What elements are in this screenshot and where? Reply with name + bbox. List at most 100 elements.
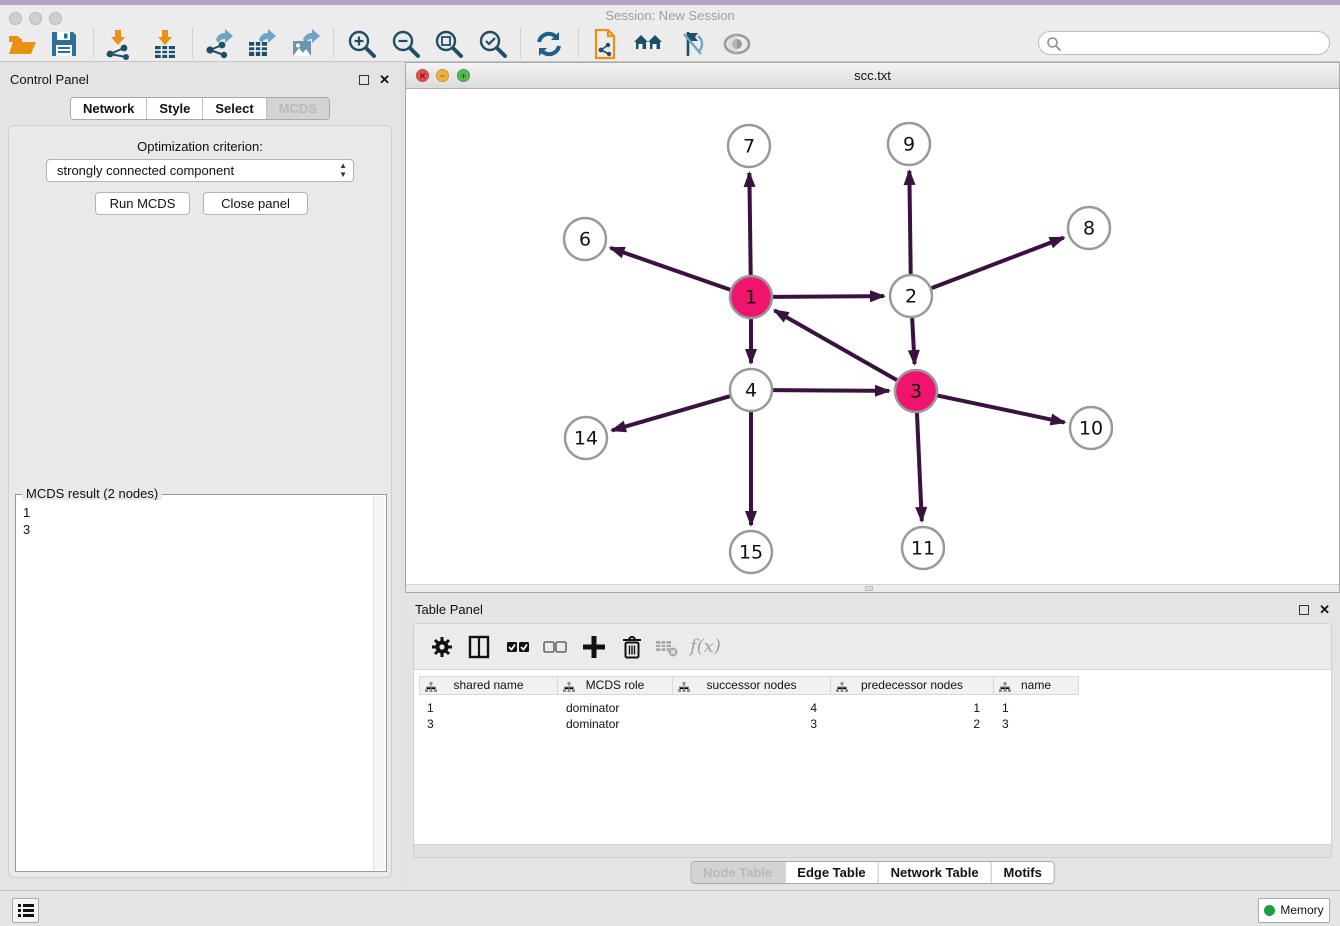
delete-column-icon[interactable] <box>618 633 646 661</box>
edge-2-3[interactable] <box>912 318 914 364</box>
tab-select[interactable]: Select <box>202 98 265 119</box>
run-mcds-button[interactable]: Run MCDS <box>95 192 190 215</box>
control-panel-close-icon[interactable]: ✕ <box>379 72 390 87</box>
tab-mcds[interactable]: MCDS <box>266 98 329 119</box>
edge-1-6[interactable] <box>610 248 730 290</box>
column-label: name <box>1021 678 1051 692</box>
svg-text:11: 11 <box>911 538 935 560</box>
cell-MCDS-role[interactable]: dominator <box>558 700 673 716</box>
network-view-window: ✕ − + scc.txt 7 9 6 8 1 2 4 3 14 10 15 11 <box>405 62 1340 593</box>
edge-2-8[interactable] <box>932 238 1064 289</box>
tab-style[interactable]: Style <box>146 98 202 119</box>
memory-button[interactable]: Memory <box>1258 898 1330 923</box>
mcds-result-title: MCDS result (2 nodes) <box>22 486 162 501</box>
criterion-select[interactable]: strongly connected component ▲▼ <box>46 159 354 182</box>
edge-1-7[interactable] <box>749 173 750 275</box>
add-column-icon[interactable] <box>580 633 608 661</box>
mcds-result-line: 3 <box>23 521 367 538</box>
node-3[interactable]: 3 <box>895 370 937 412</box>
control-panel: Control Panel ✕ NetworkStyleSelectMCDS O… <box>0 62 400 890</box>
deselect-all-icon[interactable] <box>541 633 569 661</box>
result-scrollbar[interactable] <box>373 496 385 870</box>
graph-svg[interactable]: 7 9 6 8 1 2 4 3 14 10 15 11 <box>406 89 1339 584</box>
control-panel-float-icon[interactable] <box>359 75 369 85</box>
column-header-name[interactable]: name <box>994 676 1079 695</box>
import-table-icon[interactable] <box>149 28 181 60</box>
cell-MCDS-role[interactable]: dominator <box>558 716 673 732</box>
edge-4-3[interactable] <box>773 390 889 391</box>
show-graphics-details-icon[interactable] <box>721 28 753 60</box>
table-settings-icon[interactable] <box>428 633 456 661</box>
reset-view-houses-icon[interactable] <box>632 28 664 60</box>
column-header-MCDS-role[interactable]: MCDS role <box>558 676 673 695</box>
memory-status-icon <box>1264 905 1275 916</box>
node-table-container: f(x) shared nameMCDS role successor nodes… <box>413 623 1332 845</box>
edge-4-14[interactable] <box>612 396 730 430</box>
table-panel-float-icon[interactable] <box>1299 605 1309 615</box>
column-header-shared-name[interactable]: shared name <box>419 676 558 695</box>
node-6[interactable]: 6 <box>564 218 606 260</box>
cell-successor-nodes[interactable]: 4 <box>673 700 831 716</box>
tab-node-table[interactable]: Node Table <box>691 862 784 883</box>
node-2[interactable]: 2 <box>890 275 932 317</box>
cell-predecessor-nodes[interactable]: 2 <box>831 716 994 732</box>
cell-successor-nodes[interactable]: 3 <box>673 716 831 732</box>
cell-shared-name[interactable]: 1 <box>419 700 558 716</box>
edge-3-10[interactable] <box>938 396 1065 423</box>
refresh-layout-icon[interactable] <box>533 28 565 60</box>
node-4[interactable]: 4 <box>730 369 772 411</box>
tab-network-table[interactable]: Network Table <box>878 862 991 883</box>
node-14[interactable]: 14 <box>565 417 607 459</box>
edge-3-1[interactable] <box>774 310 896 380</box>
tab-network[interactable]: Network <box>71 98 146 119</box>
zoom-fit-icon[interactable] <box>433 28 465 60</box>
fx-text: f(x) <box>690 636 721 657</box>
cell-name[interactable]: 1 <box>994 700 1079 716</box>
hide-annotations-icon[interactable] <box>676 28 708 60</box>
zoom-selected-icon[interactable] <box>477 28 509 60</box>
mcds-result-list[interactable]: 13 <box>17 500 373 870</box>
cell-name[interactable]: 3 <box>994 716 1079 732</box>
open-network-document-icon[interactable] <box>588 28 620 60</box>
edge-3-11[interactable] <box>917 413 922 521</box>
edge-2-9[interactable] <box>909 171 910 274</box>
search-box <box>1038 31 1330 55</box>
tab-motifs[interactable]: Motifs <box>991 862 1054 883</box>
save-session-icon[interactable] <box>48 28 80 60</box>
zoom-out-icon[interactable] <box>390 28 422 60</box>
tab-edge-table[interactable]: Edge Table <box>784 862 877 883</box>
export-network-icon[interactable] <box>202 28 234 60</box>
column-label: predecessor nodes <box>861 678 963 692</box>
svg-text:4: 4 <box>745 380 757 402</box>
column-label: successor nodes <box>706 678 796 692</box>
node-1[interactable]: 1 <box>730 276 772 318</box>
edge-1-2[interactable] <box>773 296 884 297</box>
column-header-successor-nodes[interactable]: successor nodes <box>673 676 831 695</box>
search-input[interactable] <box>1065 34 1320 52</box>
cell-shared-name[interactable]: 3 <box>419 716 558 732</box>
select-all-icon[interactable] <box>504 633 532 661</box>
column-header-predecessor-nodes[interactable]: predecessor nodes <box>831 676 994 695</box>
table-tabs: Node TableEdge TableNetwork TableMotifs <box>690 861 1055 884</box>
node-8[interactable]: 8 <box>1068 207 1110 249</box>
zoom-in-icon[interactable] <box>346 28 378 60</box>
node-15[interactable]: 15 <box>730 531 772 573</box>
network-window-titlebar[interactable]: ✕ − + scc.txt <box>406 63 1339 89</box>
close-panel-button[interactable]: Close panel <box>203 192 308 215</box>
delete-table-icon[interactable] <box>653 633 681 661</box>
table-panel-close-icon[interactable]: ✕ <box>1319 602 1330 617</box>
network-splitter[interactable] <box>406 584 1339 592</box>
node-10[interactable]: 10 <box>1070 407 1112 449</box>
column-layout-icon[interactable] <box>465 633 493 661</box>
cell-predecessor-nodes[interactable]: 1 <box>831 700 994 716</box>
node-11[interactable]: 11 <box>902 527 944 569</box>
node-7[interactable]: 7 <box>728 125 770 167</box>
export-table-icon[interactable] <box>245 28 277 60</box>
task-history-button[interactable] <box>12 898 39 923</box>
import-network-icon[interactable] <box>102 28 134 60</box>
splitter-handle[interactable] <box>865 586 873 591</box>
function-builder-icon[interactable]: f(x) <box>690 633 718 661</box>
open-session-icon[interactable] <box>6 28 38 60</box>
export-image-icon[interactable] <box>289 28 321 60</box>
node-9[interactable]: 9 <box>888 123 930 165</box>
